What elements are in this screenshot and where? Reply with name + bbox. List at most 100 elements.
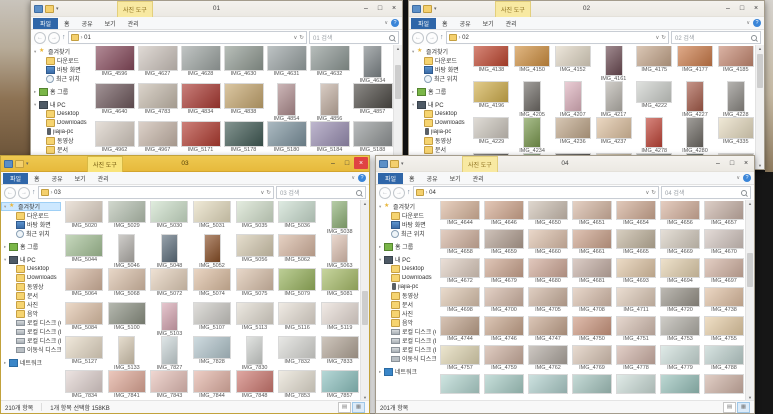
ribbon-collapse-icon[interactable]: ∨	[351, 175, 355, 181]
photo-thumbnail[interactable]	[194, 269, 231, 290]
file-item-IMG_7827[interactable]: IMG_7827	[148, 337, 191, 371]
sidebar-item[interactable]: 바탕 화면	[1, 220, 61, 229]
file-item-IMG_5030[interactable]: IMG_5030	[148, 201, 191, 235]
sidebar-item[interactable]: 문서	[31, 145, 91, 154]
file-item-IMG_4738[interactable]: IMG_4738	[702, 288, 746, 317]
photo-thumbnail[interactable]	[617, 288, 655, 306]
photo-thumbnail[interactable]	[194, 337, 231, 358]
file-item-IMG_5075[interactable]: IMG_5075	[233, 269, 276, 303]
photo-thumbnail[interactable]	[485, 288, 523, 306]
address-bar[interactable]: 03 ∨ ↻	[37, 186, 274, 199]
photo-thumbnail[interactable]	[236, 303, 273, 324]
photo-thumbnail[interactable]	[321, 269, 358, 290]
photo-thumbnail[interactable]	[224, 122, 263, 146]
file-item-IMG_4661[interactable]: IMG_4661	[570, 230, 614, 259]
sidebar-item[interactable]: 최근 위치	[409, 74, 469, 83]
photo-thumbnail[interactable]	[661, 375, 699, 393]
photo-thumbnail[interactable]	[605, 82, 622, 111]
address-bar[interactable]: 04 ∨ ↻	[412, 186, 659, 199]
file-item-IMG_5119[interactable]: IMG_5119	[318, 303, 361, 337]
file-item-IMG_4750[interactable]: IMG_4750	[570, 317, 614, 346]
photo-thumbnail[interactable]	[515, 46, 550, 66]
scrollbar-thumb[interactable]	[362, 291, 368, 326]
help-icon[interactable]: ?	[743, 174, 751, 182]
file-item-IMG_4857[interactable]: IMG_4857	[351, 84, 394, 122]
file-item-IMG_4654[interactable]: IMG_4654	[614, 201, 658, 230]
photo-thumbnail[interactable]	[66, 269, 103, 290]
file-item-IMG_4720[interactable]: IMG_4720	[658, 288, 702, 317]
photo-thumbnail[interactable]	[236, 235, 273, 256]
file-item-IMG_5100[interactable]: IMG_5100	[106, 303, 149, 337]
sidebar-item[interactable]: 로컬 디스크 (E:)	[1, 336, 61, 345]
photo-thumbnail[interactable]	[524, 82, 541, 111]
qat-customize-dropdown-icon[interactable]: ▾	[56, 6, 59, 12]
sidebar-item[interactable]: 문서	[1, 291, 61, 300]
qat-customize-dropdown-icon[interactable]: ▾	[26, 161, 29, 167]
help-icon[interactable]: ?	[391, 19, 399, 27]
photo-thumbnail[interactable]	[224, 46, 263, 70]
file-item-IMG_4278[interactable]: IMG_4278	[634, 118, 675, 154]
sidebar-item[interactable]: jiajia-pc	[409, 127, 469, 136]
minimize-button[interactable]: –	[711, 157, 725, 169]
photo-thumbnail[interactable]	[686, 118, 703, 147]
photo-thumbnail[interactable]	[661, 288, 699, 306]
scroll-up-icon[interactable]: ▲	[746, 200, 754, 207]
file-item-IMG_4660[interactable]: IMG_4660	[526, 230, 570, 259]
photo-thumbnail[interactable]	[529, 375, 567, 393]
file-item-IMG_5133[interactable]: IMG_5133	[106, 337, 149, 371]
up-button[interactable]: ↑	[62, 34, 66, 41]
sidebar-item[interactable]: ▾ 내 PC	[31, 100, 91, 109]
sidebar-item[interactable]: Desktop	[376, 264, 436, 273]
help-icon[interactable]: ?	[358, 174, 366, 182]
file-item-IMG_4650[interactable]: IMG_4650	[526, 201, 570, 230]
ribbon-collapse-icon[interactable]: ∨	[384, 20, 388, 26]
file-item-IMG_5084[interactable]: IMG_5084	[63, 303, 106, 337]
sidebar-item[interactable]: 사진	[376, 309, 436, 318]
file-item-IMG_4672[interactable]: IMG_4672	[438, 259, 482, 288]
photo-thumbnail[interactable]	[194, 371, 231, 392]
photo-thumbnail[interactable]	[617, 201, 655, 219]
sidebar-item[interactable]: 동영상	[376, 291, 436, 300]
file-item-IMG_4854[interactable]: IMG_4854	[265, 84, 308, 122]
sidebar-item[interactable]: jiajia-pc	[31, 127, 91, 136]
photo-thumbnail[interactable]	[66, 201, 103, 222]
photo-thumbnail[interactable]	[278, 84, 295, 115]
file-item-IMG_4681[interactable]: IMG_4681	[570, 259, 614, 288]
search-input[interactable]: 03 검색	[276, 186, 366, 199]
sidebar-item[interactable]: 다운로드	[31, 56, 91, 65]
photo-thumbnail[interactable]	[727, 82, 744, 111]
file-item-IMG_5127[interactable]: IMG_5127	[63, 337, 106, 371]
file-item-IMG_5052[interactable]: IMG_5052	[191, 235, 234, 269]
sidebar-item[interactable]: ▾ 내 PC	[1, 255, 61, 264]
photo-thumbnail[interactable]	[485, 259, 523, 277]
new-folder-icon[interactable]	[390, 159, 399, 168]
file-item-IMG_4697[interactable]: IMG_4697	[702, 259, 746, 288]
photo-thumbnail[interactable]	[705, 375, 743, 393]
photo-thumbnail[interactable]	[95, 84, 134, 108]
file-item-IMG_4632[interactable]: IMG_4632	[308, 46, 351, 84]
sidebar-item[interactable]: 이동식 디스크 (G:)	[376, 354, 436, 363]
close-button[interactable]: ×	[749, 2, 763, 14]
photo-thumbnail[interactable]	[661, 317, 699, 335]
file-item-IMG_5044[interactable]: IMG_5044	[63, 235, 106, 269]
photo-thumbnail[interactable]	[108, 269, 145, 290]
sidebar-item[interactable]: 동영상	[409, 136, 469, 145]
forward-button[interactable]: →	[426, 31, 438, 44]
vertical-scrollbar[interactable]: ▲ ▼	[755, 45, 764, 169]
scroll-up-icon[interactable]: ▲	[394, 45, 402, 52]
maximize-button[interactable]: □	[340, 157, 354, 169]
forward-button[interactable]: →	[48, 31, 60, 44]
sidebar-item[interactable]: ▾즐겨찾기	[376, 202, 436, 212]
photo-thumbnail[interactable]	[151, 269, 188, 290]
sidebar-item[interactable]: ▸ 홈 그룹	[409, 87, 469, 96]
file-item-IMG_4196[interactable]: IMG_4196	[471, 82, 512, 118]
photo-thumbnail[interactable]	[637, 82, 672, 102]
sidebar-item[interactable]: ▸ 홈 그룹	[31, 87, 91, 96]
search-input[interactable]: 01 검색	[309, 31, 399, 44]
ribbon-tab-4[interactable]: 보기	[99, 19, 122, 28]
photo-thumbnail[interactable]	[529, 259, 567, 277]
sidebar-item[interactable]: 음악	[376, 318, 436, 327]
photo-tools-contextual-tab[interactable]: 사진 도구	[87, 156, 123, 172]
file-item[interactable]	[482, 375, 526, 401]
sidebar-item[interactable]: 바탕 화면	[409, 65, 469, 74]
